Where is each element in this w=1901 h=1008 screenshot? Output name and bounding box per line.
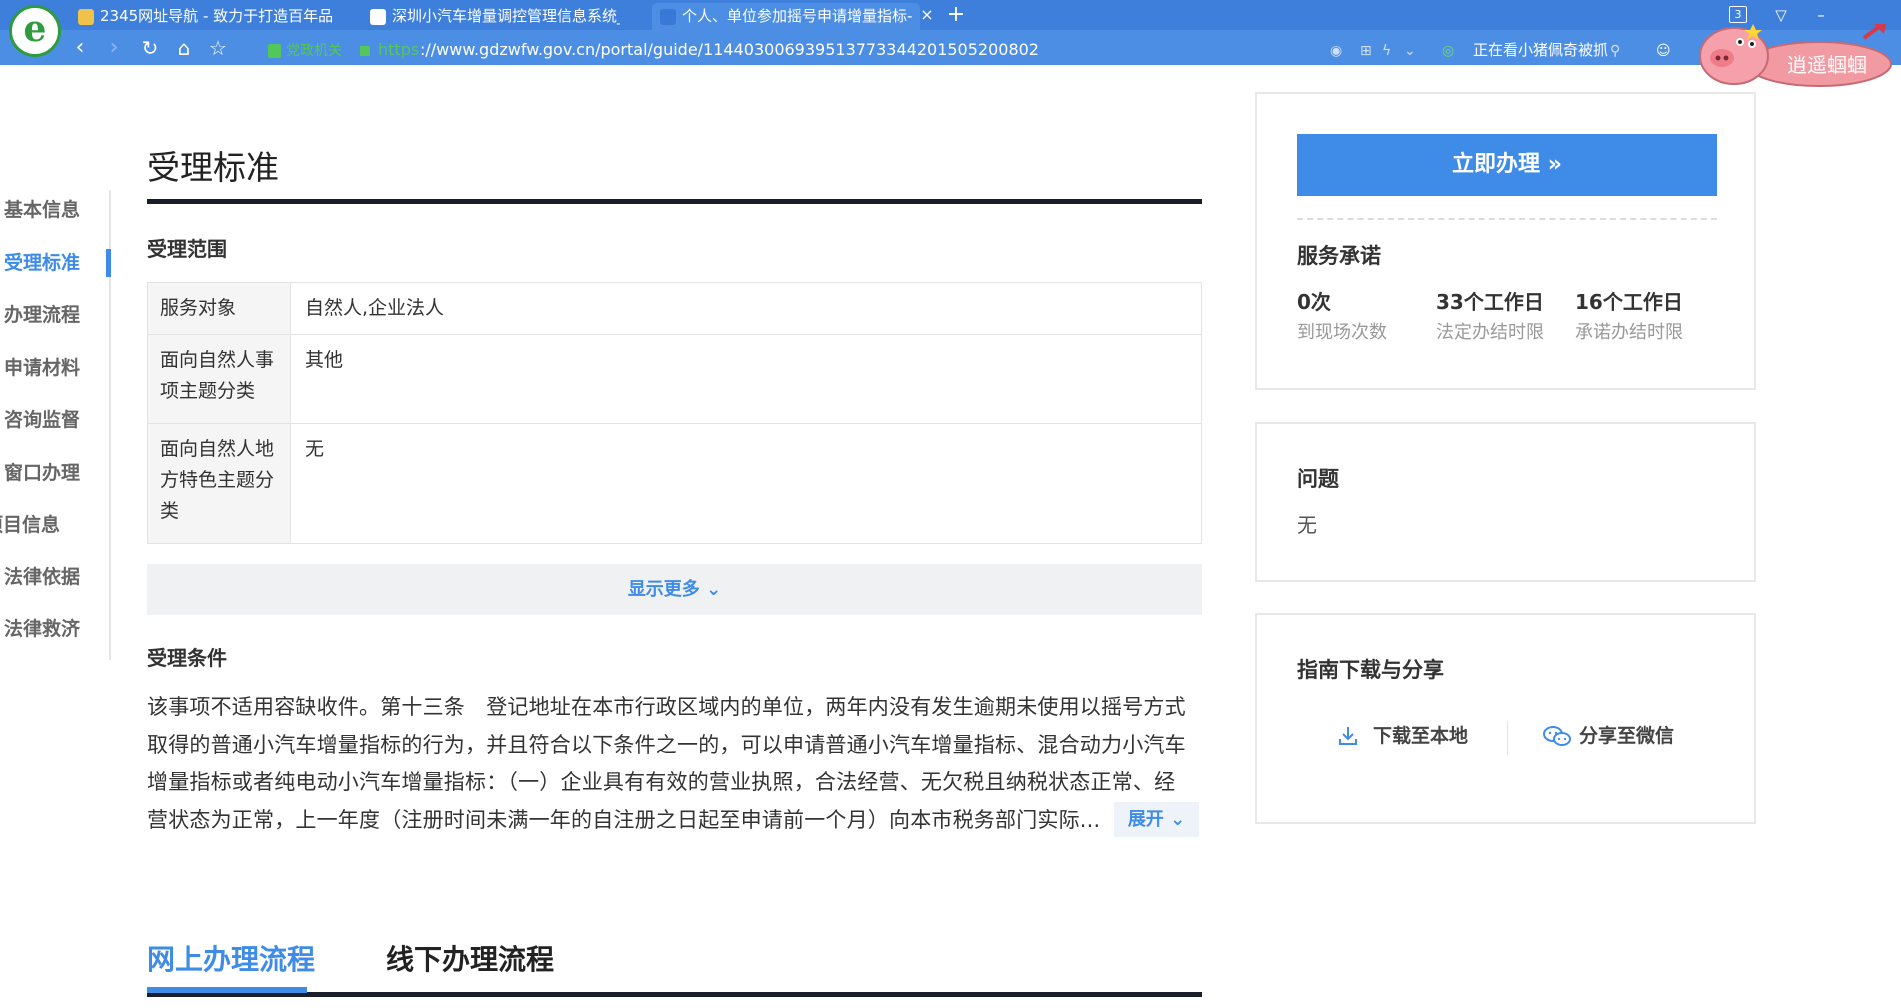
grid-icon[interactable]: ⊞ [1360, 39, 1372, 63]
download-icon [1339, 727, 1357, 745]
show-more-label: 显示更多 [627, 579, 700, 600]
side-nav-active-marker [106, 249, 111, 277]
share-wechat-button[interactable]: 分享至微信 [1543, 721, 1674, 751]
browser-logo-icon[interactable]: e [9, 5, 61, 57]
chevron-down-icon: ⌄ [706, 579, 722, 600]
scope-table: 服务对象 自然人,企业法人 面向自然人事项主题分类 其他 面向自然人地方特色主题… [147, 282, 1202, 544]
page-title: 受理标准 [147, 148, 279, 187]
back-icon[interactable]: ‹ [66, 35, 94, 63]
stat-promise-days-value: 16个工作日 [1575, 290, 1683, 314]
lock-icon [360, 46, 370, 56]
browser-tab-1[interactable]: 2345网址导航 - 致力于打造百年品 [70, 3, 335, 30]
flow-tab-active-underline [147, 987, 307, 993]
download-card: 指南下载与分享 下载至本地 分享至微信 [1255, 613, 1756, 824]
address-bar[interactable]: ://www.gdzwfw.gov.cn/portal/guide/114403… [420, 37, 1039, 63]
expand-button[interactable]: 展开 ⌄ [1114, 802, 1199, 837]
table-row: 服务对象 自然人,企业法人 [147, 282, 1202, 335]
table-row: 面向自然人地方特色主题分类 无 [147, 423, 1202, 544]
download-heading: 指南下载与分享 [1297, 658, 1444, 682]
handle-now-label: 立即办理 [1452, 152, 1541, 177]
title-divider [147, 199, 1202, 204]
dashed-divider [1297, 218, 1717, 220]
question-value: 无 [1297, 513, 1317, 537]
table-value: 自然人,企业法人 [290, 282, 1202, 335]
download-local-button[interactable]: 下载至本地 [1337, 721, 1468, 751]
tab-online-process[interactable]: 网上办理流程 [147, 939, 315, 981]
chevron-down-icon[interactable]: ⌄ [1404, 39, 1416, 63]
side-nav-item-legal-basis[interactable]: 法律依据 [4, 562, 80, 592]
home-icon [78, 9, 94, 25]
table-key: 面向自然人地方特色主题分类 [147, 423, 291, 544]
question-card: 问题 无 [1255, 422, 1756, 582]
search-icon[interactable]: ⚲ [1610, 39, 1620, 63]
side-nav-item-basic[interactable]: 基本信息 [4, 195, 80, 225]
side-nav-item-project[interactable]: 项目信息 [0, 510, 60, 540]
lightning-icon[interactable]: ϟ [1382, 39, 1391, 63]
close-tab-icon[interactable]: × [918, 3, 936, 27]
minimize-icon[interactable]: – [1808, 4, 1834, 26]
page-icon [370, 9, 386, 25]
extension-icon[interactable]: ◎ [1442, 39, 1454, 63]
show-more-button[interactable]: 显示更多 ⌄ [147, 564, 1202, 615]
share-label: 分享至微信 [1579, 725, 1675, 747]
table-value: 其他 [290, 334, 1202, 424]
account-icon[interactable]: ☺ [1656, 39, 1671, 63]
url-scheme[interactable]: https [378, 37, 419, 63]
service-card: 立即办理 » 服务承诺 0次 到现场次数 33个工作日 法定办结时限 16个工作… [1255, 92, 1756, 390]
side-nav-item-acceptance[interactable]: 受理标准 [4, 248, 80, 278]
side-nav-item-materials[interactable]: 申请材料 [4, 353, 80, 383]
scope-heading: 受理范围 [147, 237, 227, 261]
page-icon [660, 9, 676, 25]
gov-badge: 党政机关 [268, 40, 342, 62]
stat-visits-value: 0次 [1297, 290, 1331, 314]
table-row: 面向自然人事项主题分类 其他 [147, 334, 1202, 424]
browser-tab-2[interactable]: 深圳小汽车增量调控管理信息系统_ [362, 3, 620, 30]
extension-news-text[interactable]: 正在看小猪佩奇被抓 [1473, 37, 1608, 63]
stat-visits-label: 到现场次数 [1297, 322, 1387, 343]
stat-promise-days-label: 承诺办结时限 [1575, 322, 1683, 343]
table-key: 服务对象 [147, 282, 291, 335]
new-tab-icon[interactable]: + [945, 2, 967, 28]
tab-offline-process[interactable]: 线下办理流程 [386, 939, 554, 981]
service-promise-heading: 服务承诺 [1297, 244, 1381, 268]
side-nav-item-process[interactable]: 办理流程 [4, 300, 80, 330]
stat-legal-days-label: 法定办结时限 [1436, 322, 1544, 343]
conditions-text: 该事项不适用容缺收件。第十三条 登记地址在本市行政区域内的单位，两年内没有发生逾… [147, 695, 1186, 832]
question-heading: 问题 [1297, 467, 1339, 491]
side-nav-item-window[interactable]: 窗口办理 [4, 458, 80, 488]
skin-icon[interactable]: ▽ [1768, 4, 1794, 26]
chevron-down-icon: ⌄ [1170, 809, 1186, 830]
security-icon[interactable]: ◉ [1330, 39, 1342, 63]
download-label: 下载至本地 [1373, 725, 1469, 747]
browser-tab-3-active[interactable]: 个人、单位参加摇号申请增量指标- [652, 3, 920, 30]
table-key: 面向自然人事项主题分类 [147, 334, 291, 424]
pig-sticker-label[interactable]: 逍遥蝈蝈 [1772, 50, 1882, 80]
conditions-heading: 受理条件 [147, 646, 227, 670]
tab-count-badge[interactable]: 3 [1729, 6, 1747, 23]
double-chevron-right-icon: » [1547, 152, 1562, 177]
side-nav-item-consult[interactable]: 咨询监督 [4, 405, 80, 435]
side-nav-item-legal-remedy[interactable]: 法律救济 [4, 614, 80, 644]
expand-label: 展开 [1127, 809, 1164, 830]
table-value: 无 [290, 423, 1202, 544]
button-separator [1507, 721, 1508, 755]
handle-now-button[interactable]: 立即办理 » [1297, 134, 1717, 196]
forward-icon[interactable]: › [100, 35, 128, 63]
home-icon[interactable]: ⌂ [170, 35, 198, 63]
refresh-icon[interactable]: ↻ [136, 35, 164, 63]
stat-legal-days-value: 33个工作日 [1436, 290, 1544, 314]
wechat-icon [1543, 726, 1571, 746]
favorite-star-icon[interactable]: ☆ [204, 35, 232, 63]
